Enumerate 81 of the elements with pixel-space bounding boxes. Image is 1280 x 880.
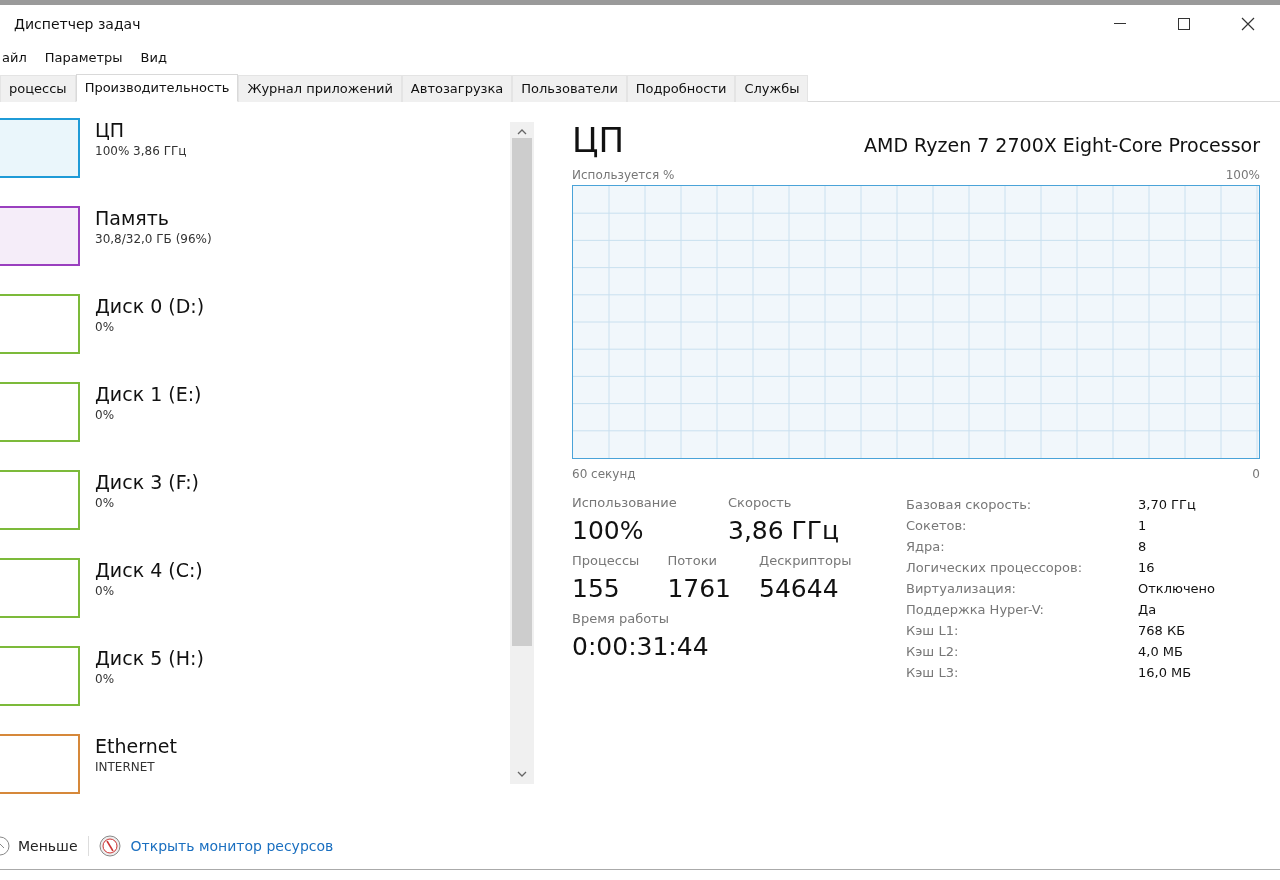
spec-value: 1 xyxy=(1138,518,1148,533)
graph-time: 60 секунд xyxy=(572,467,636,481)
usage-thumbnail[interactable] xyxy=(0,118,80,178)
resource-title[interactable]: Диск 4 (C:) xyxy=(95,559,203,581)
stat-value: 155 xyxy=(572,574,621,603)
usage-thumbnail[interactable] xyxy=(0,558,80,618)
stat-value: 0:00:31:44 xyxy=(572,632,710,661)
spec-label: Базовая скорость: xyxy=(906,497,1033,512)
stat-value: 54644 xyxy=(759,574,840,603)
spec-label: Виртуализация: xyxy=(906,581,1017,596)
stat-label: Время работы xyxy=(572,611,670,626)
stat-value: 3,86 ГГц xyxy=(728,516,840,545)
menu-item[interactable]: айл xyxy=(0,49,29,65)
stat-value: 1761 xyxy=(667,574,731,603)
resource-title[interactable]: Ethernet xyxy=(95,735,177,757)
spec-label: Кэш L1: xyxy=(906,623,960,638)
resource-usage: 100% 3,86 ГГц xyxy=(95,144,187,158)
stat-label: Потоки xyxy=(667,553,718,568)
usage-thumbnail[interactable] xyxy=(0,382,80,442)
spec-label: Ядра: xyxy=(906,539,946,554)
resource-title[interactable]: Память xyxy=(95,207,212,229)
usage-thumbnail[interactable] xyxy=(0,734,80,794)
collapse-icon[interactable] xyxy=(0,836,10,856)
resource-title[interactable]: Диск 1 (E:) xyxy=(95,383,202,405)
spec-value: 768 КБ xyxy=(1138,623,1187,638)
tab[interactable]: Подробности xyxy=(626,75,736,102)
resource-usage: 0% xyxy=(95,672,116,686)
stat-label: Скорость xyxy=(728,495,793,510)
spec-value: 8 xyxy=(1138,539,1148,554)
usage-thumbnail[interactable] xyxy=(0,646,80,706)
scrollbar[interactable] xyxy=(510,122,534,784)
spec-value: 16 xyxy=(1138,560,1156,575)
menu-item[interactable]: Параметры xyxy=(42,49,125,65)
usage-thumbnail[interactable] xyxy=(0,206,80,266)
tab[interactable]: Пользователи xyxy=(512,75,627,102)
spec-value: Да xyxy=(1138,602,1158,617)
tab[interactable]: Автозагрузка xyxy=(401,75,513,102)
stat-label: Дескрипторы xyxy=(759,553,852,568)
graph-label: Используется % xyxy=(572,168,675,182)
spec-label: Кэш L2: xyxy=(906,644,960,659)
resource-usage: 0% xyxy=(95,496,116,510)
stat-value: 100% xyxy=(572,516,645,545)
minimize-icon[interactable] xyxy=(1114,23,1126,25)
tab[interactable]: роцессы xyxy=(0,75,76,102)
resource-usage: 0% xyxy=(95,408,116,422)
gauge-icon xyxy=(98,835,121,857)
resource-monitor-link[interactable]: Открыть монитор ресурсов xyxy=(130,838,334,854)
graph-max: 100% xyxy=(1225,168,1260,182)
spec-label: Поддержка Hyper-V: xyxy=(906,602,1045,617)
resource-title[interactable]: Диск 0 (D:) xyxy=(95,295,205,317)
usage-thumbnail[interactable] xyxy=(0,470,80,530)
spec-value: 3,70 ГГц xyxy=(1138,497,1197,512)
spec-value: 16,0 МБ xyxy=(1138,665,1193,680)
panel-title: ЦП xyxy=(572,120,624,160)
tab[interactable]: Производительность xyxy=(75,74,239,102)
resource-usage: 0% xyxy=(95,320,116,334)
stat-label: Процессы xyxy=(572,553,640,568)
graph-min: 0 xyxy=(1252,467,1260,481)
maximize-icon[interactable] xyxy=(1178,18,1190,30)
usage-thumbnail[interactable] xyxy=(0,294,80,354)
resource-title[interactable]: ЦП xyxy=(95,119,187,141)
fewer-details-button[interactable]: Меньше xyxy=(0,836,78,856)
scroll-up-icon[interactable] xyxy=(517,128,527,136)
close-icon[interactable] xyxy=(1241,17,1255,31)
window-title: Диспетчер задач xyxy=(14,16,142,32)
scroll-down-icon[interactable] xyxy=(517,770,527,778)
stat-label: Использование xyxy=(572,495,678,510)
tab[interactable]: Службы xyxy=(735,75,809,102)
processor-name: AMD Ryzen 7 2700X Eight-Core Processor xyxy=(864,134,1260,156)
spec-label: Логических процессоров: xyxy=(906,560,1083,575)
spec-value: Отключено xyxy=(1138,581,1216,596)
spec-value: 4,0 МБ xyxy=(1138,644,1184,659)
resource-title[interactable]: Диск 3 (F:) xyxy=(95,471,199,493)
spec-label: Кэш L3: xyxy=(906,665,960,680)
resource-usage: INTERNET xyxy=(95,760,156,774)
resource-usage: 30,8/32,0 ГБ (96%) xyxy=(95,232,212,246)
resource-title[interactable]: Диск 5 (H:) xyxy=(95,647,204,669)
tab[interactable]: Журнал приложений xyxy=(238,75,402,102)
spec-label: Сокетов: xyxy=(906,518,968,533)
menu-item[interactable]: Вид xyxy=(138,49,169,65)
resource-usage: 0% xyxy=(95,584,116,598)
